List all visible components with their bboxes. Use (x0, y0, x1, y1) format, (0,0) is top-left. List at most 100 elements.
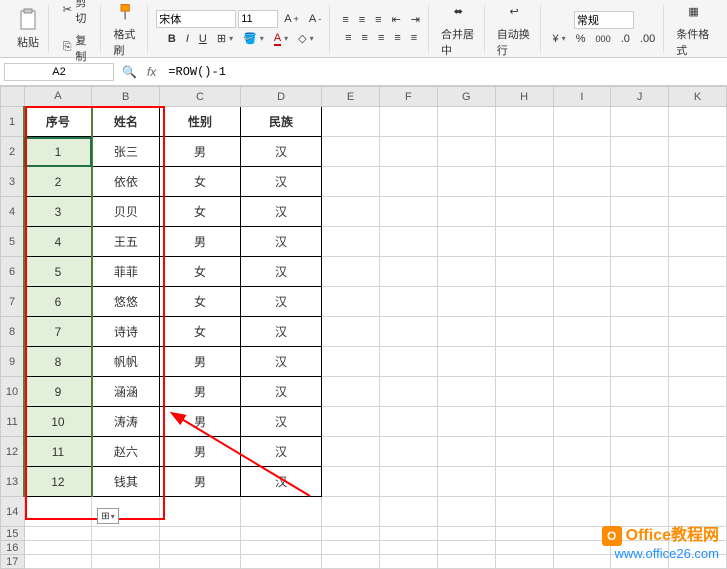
row-header-6[interactable]: 6 (1, 257, 25, 287)
cell-empty[interactable] (553, 437, 611, 467)
cell-empty[interactable] (379, 407, 437, 437)
cell-empty[interactable] (611, 227, 669, 257)
decrease-indent-button[interactable]: ⇤ (388, 11, 405, 28)
font-size-select[interactable] (238, 10, 278, 28)
currency-button[interactable]: ¥▾ (549, 31, 570, 47)
cell-seq[interactable]: 3 (24, 197, 92, 227)
align-left-button[interactable]: ≡ (341, 30, 355, 46)
cell-seq[interactable]: 2 (24, 167, 92, 197)
cell-nation[interactable]: 汉 (241, 287, 322, 317)
cell-sex[interactable]: 男 (159, 137, 240, 167)
cell-empty[interactable] (322, 541, 380, 555)
cell-empty[interactable] (495, 347, 553, 377)
cell-empty[interactable] (437, 497, 495, 527)
cell-empty[interactable] (669, 437, 727, 467)
cell-sex[interactable]: 女 (159, 317, 240, 347)
cell-seq[interactable]: 7 (24, 317, 92, 347)
cell-name[interactable]: 菲菲 (92, 257, 160, 287)
comma-button[interactable]: 000 (591, 32, 614, 46)
cell-sex[interactable]: 男 (159, 437, 240, 467)
col-header-G[interactable]: G (437, 87, 495, 107)
header-name[interactable]: 姓名 (92, 107, 160, 137)
cell-empty[interactable] (495, 467, 553, 497)
cell-empty[interactable] (669, 167, 727, 197)
cell-empty[interactable] (669, 197, 727, 227)
cell-empty[interactable] (322, 467, 380, 497)
cut-button[interactable]: ✂剪切 (57, 0, 96, 28)
cell-empty[interactable] (553, 257, 611, 287)
cell-empty[interactable] (24, 497, 92, 527)
cell-empty[interactable] (159, 541, 240, 555)
fx-icon[interactable]: fx (141, 65, 162, 79)
underline-button[interactable]: U (195, 31, 211, 47)
cell-empty[interactable] (669, 137, 727, 167)
cell-empty[interactable] (553, 347, 611, 377)
cell-empty[interactable] (437, 467, 495, 497)
cell-name[interactable]: 依依 (92, 167, 160, 197)
cell-seq[interactable]: 8 (24, 347, 92, 377)
col-header-J[interactable]: J (611, 87, 669, 107)
header-nation[interactable]: 民族 (241, 107, 322, 137)
cell-empty[interactable] (611, 347, 669, 377)
col-header-B[interactable]: B (92, 87, 160, 107)
cell-name[interactable]: 钱其 (92, 467, 160, 497)
italic-button[interactable]: I (182, 31, 193, 47)
cell-empty[interactable] (611, 257, 669, 287)
decrease-decimal-button[interactable]: .00 (636, 31, 659, 47)
cell-seq[interactable]: 10 (24, 407, 92, 437)
cell-empty[interactable] (322, 437, 380, 467)
distribute-button[interactable]: ≡ (407, 30, 421, 46)
cell-empty[interactable] (379, 197, 437, 227)
cell-empty[interactable] (379, 497, 437, 527)
cell-nation[interactable]: 汉 (241, 347, 322, 377)
cell-empty[interactable] (611, 107, 669, 137)
row-header-10[interactable]: 10 (1, 377, 25, 407)
row-header-2[interactable]: 2 (1, 137, 25, 167)
spreadsheet-grid[interactable]: ABCDEFGHIJK1序号姓名性别民族21张三男汉32依依女汉43贝贝女汉54… (0, 86, 727, 569)
row-header-17[interactable]: 17 (1, 555, 25, 569)
cell-empty[interactable] (495, 377, 553, 407)
cell-empty[interactable] (322, 317, 380, 347)
merge-center-button[interactable]: ⬌ 合并居中 (437, 0, 480, 60)
col-header-E[interactable]: E (322, 87, 380, 107)
cell-sex[interactable]: 男 (159, 467, 240, 497)
cell-seq[interactable]: 6 (24, 287, 92, 317)
cell-empty[interactable] (437, 407, 495, 437)
cell-empty[interactable] (437, 541, 495, 555)
cell-empty[interactable] (241, 497, 322, 527)
cell-empty[interactable] (611, 467, 669, 497)
cell-empty[interactable] (241, 527, 322, 541)
cell-empty[interactable] (159, 555, 240, 569)
cell-empty[interactable] (437, 257, 495, 287)
cell-name[interactable]: 涵涵 (92, 377, 160, 407)
cell-nation[interactable]: 汉 (241, 467, 322, 497)
cell-empty[interactable] (437, 317, 495, 347)
cell-sex[interactable]: 男 (159, 407, 240, 437)
wrap-text-button[interactable]: ↩ 自动换行 (493, 0, 536, 60)
row-header-1[interactable]: 1 (1, 107, 25, 137)
cell-seq[interactable]: 12 (24, 467, 92, 497)
cell-sex[interactable]: 女 (159, 287, 240, 317)
decrease-font-button[interactable]: A- (305, 11, 325, 27)
cell-empty[interactable] (669, 347, 727, 377)
cell-empty[interactable] (495, 407, 553, 437)
cell-empty[interactable] (437, 137, 495, 167)
cell-nation[interactable]: 汉 (241, 137, 322, 167)
cell-empty[interactable] (611, 167, 669, 197)
row-header-15[interactable]: 15 (1, 527, 25, 541)
cell-empty[interactable] (322, 555, 380, 569)
cell-empty[interactable] (495, 497, 553, 527)
cell-empty[interactable] (437, 227, 495, 257)
cell-empty[interactable] (553, 107, 611, 137)
row-header-5[interactable]: 5 (1, 227, 25, 257)
cell-empty[interactable] (379, 347, 437, 377)
cell-empty[interactable] (669, 227, 727, 257)
cell-nation[interactable]: 汉 (241, 407, 322, 437)
name-box[interactable] (4, 63, 114, 81)
cell-empty[interactable] (379, 467, 437, 497)
cell-empty[interactable] (92, 555, 160, 569)
cell-empty[interactable] (611, 287, 669, 317)
format-button[interactable]: ◇▾ (294, 30, 317, 47)
cell-empty[interactable] (322, 197, 380, 227)
cell-empty[interactable] (495, 555, 553, 569)
